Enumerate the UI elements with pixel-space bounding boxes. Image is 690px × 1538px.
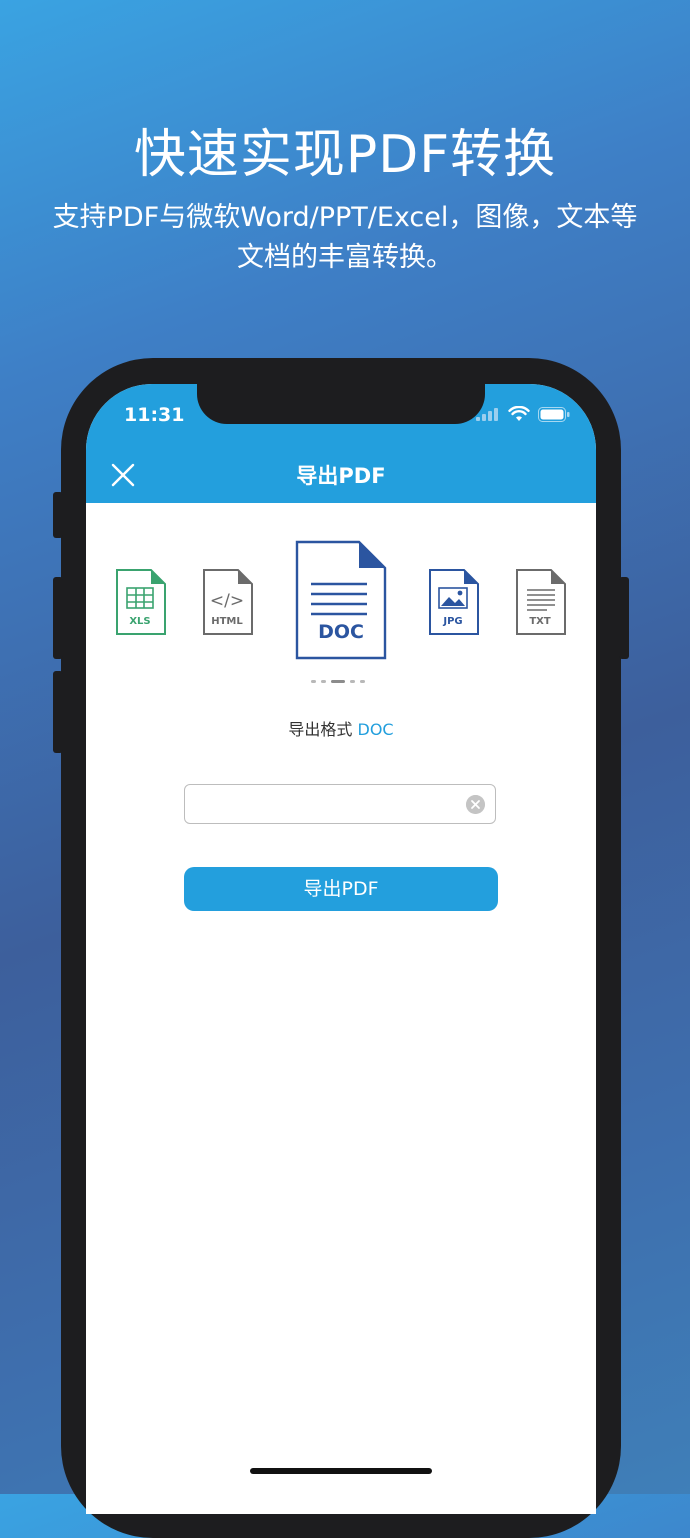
nav-bar: 11:31 导出PDF <box>86 384 596 503</box>
html-label: HTML <box>211 616 243 627</box>
svg-text:</>: </> <box>210 591 244 611</box>
clear-input-icon[interactable] <box>466 795 485 814</box>
promo-subtitle-line2: 文档的丰富转换。 <box>237 242 453 273</box>
phone-volume-up <box>53 577 63 659</box>
wifi-icon <box>508 406 530 421</box>
export-format-value: DOC <box>357 720 394 739</box>
doc-format-icon[interactable]: DOC <box>295 540 387 660</box>
page-indicator <box>311 680 365 683</box>
xls-format-icon[interactable]: XLS <box>115 568 167 636</box>
promo-subtitle: 支持PDF与微软Word/PPT/Excel，图像，文本等 文档的丰富转换。 <box>20 198 670 278</box>
phone-volume-down <box>53 671 63 753</box>
jpg-format-icon[interactable]: JPG <box>428 568 480 636</box>
export-pdf-button[interactable]: 导出PDF <box>184 867 498 911</box>
page-title: 导出PDF <box>296 464 386 488</box>
promo-title: 快速实现PDF转换 <box>133 125 557 185</box>
doc-label: DOC <box>318 621 364 643</box>
promo-subtitle-line1: 支持PDF与微软Word/PPT/Excel，图像，文本等 <box>52 202 638 233</box>
export-format-label: 导出格式 <box>288 720 353 739</box>
export-format-line: 导出格式 DOC <box>86 716 596 740</box>
notch <box>197 384 485 424</box>
phone-side-button <box>53 492 63 538</box>
filename-input[interactable] <box>184 784 496 824</box>
cellular-signal-icon <box>476 408 498 421</box>
app-screen: 11:31 导出PDF XLS </> HTML DOC JPG TXT 导出格… <box>86 384 596 1514</box>
xls-label: XLS <box>129 616 150 627</box>
phone-power-button <box>619 577 629 659</box>
txt-format-icon[interactable]: TXT <box>515 568 567 636</box>
status-icons <box>476 406 570 422</box>
status-time: 11:31 <box>124 404 185 426</box>
html-format-icon[interactable]: </> HTML <box>202 568 254 636</box>
battery-icon <box>538 406 570 422</box>
jpg-label: JPG <box>442 616 462 627</box>
home-indicator[interactable] <box>250 1468 432 1474</box>
txt-label: TXT <box>529 616 551 627</box>
